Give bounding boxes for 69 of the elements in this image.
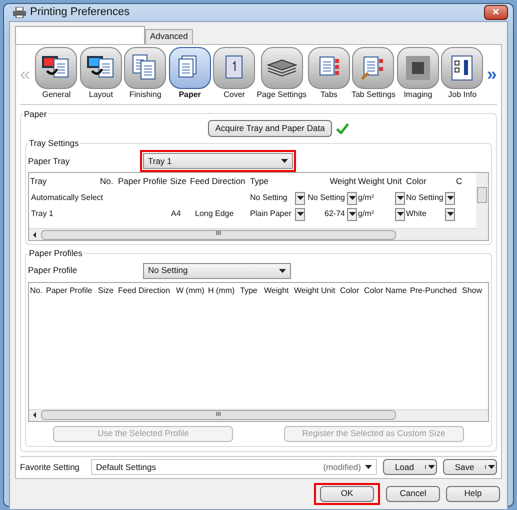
column-header[interactable]: Feed Direction bbox=[189, 175, 249, 188]
column-header[interactable]: Pre-Punched bbox=[409, 285, 461, 298]
split-button[interactable]: Save bbox=[443, 459, 497, 476]
acquire-button[interactable]: Acquire Tray and Paper Data bbox=[208, 120, 332, 138]
dropdown-arrow-icon bbox=[279, 268, 286, 273]
column-header[interactable]: Feed Direction bbox=[117, 285, 175, 298]
scroll-right-arrow[interactable]: » bbox=[486, 60, 497, 88]
column-header[interactable]: Size bbox=[169, 175, 189, 188]
column-header[interactable]: Color bbox=[339, 285, 363, 298]
table-dropdown[interactable]: No Setting bbox=[305, 192, 357, 204]
group-title: Tray Settings bbox=[28, 137, 80, 150]
dropdown-arrow-icon bbox=[348, 212, 356, 216]
group-title: Paper bbox=[23, 108, 48, 120]
group-title: Paper Profiles bbox=[28, 247, 84, 260]
tab[interactable]: Advanced bbox=[145, 28, 193, 44]
dropdown-arrow-icon bbox=[446, 212, 454, 216]
dropdown-arrow-icon bbox=[446, 196, 454, 200]
column-header[interactable]: H (mm) bbox=[207, 285, 239, 298]
dropdown-field[interactable]: Tray 1 bbox=[143, 153, 293, 169]
field-label: Paper Profile bbox=[28, 264, 78, 278]
split-button[interactable]: Load bbox=[383, 459, 437, 476]
dropdown-arrow-icon bbox=[396, 212, 404, 216]
dropdown-arrow-icon bbox=[365, 465, 372, 470]
column-header[interactable]: Weight bbox=[305, 175, 357, 188]
favorite-setting-field[interactable]: Default Settings (modified) bbox=[91, 459, 377, 476]
column-header[interactable]: Tray bbox=[29, 175, 99, 188]
dropdown-value: Tray 1 bbox=[148, 154, 172, 168]
dialog-button[interactable]: OK bbox=[320, 486, 374, 502]
printer-icon bbox=[13, 6, 26, 18]
dropdown-field[interactable]: No Setting bbox=[143, 262, 291, 279]
column-header[interactable]: Paper Profile bbox=[117, 175, 169, 188]
column-header[interactable]: Color bbox=[405, 175, 455, 188]
column-header[interactable]: Weight Unit bbox=[357, 175, 405, 188]
dialog-button[interactable]: Help bbox=[446, 486, 500, 502]
table-dropdown[interactable]: No Setting bbox=[249, 192, 305, 204]
field-label: Paper Tray bbox=[28, 154, 71, 168]
dropdown-arrow-icon bbox=[348, 196, 356, 200]
table-dropdown[interactable]: g/m² bbox=[357, 208, 405, 220]
dropdown-arrow-icon bbox=[296, 196, 304, 200]
dialog-button[interactable]: Cancel bbox=[386, 486, 440, 502]
table-dropdown[interactable]: Plain Paper bbox=[249, 208, 305, 220]
column-header[interactable]: C bbox=[455, 175, 465, 188]
column-header[interactable]: No. bbox=[99, 175, 117, 188]
table-cell-text: Long Edge bbox=[194, 208, 235, 220]
window-title: Printing Preferences bbox=[30, 5, 130, 20]
column-header[interactable]: No. bbox=[29, 285, 45, 298]
column-header[interactable]: Weight Unit bbox=[293, 285, 339, 298]
table-dropdown[interactable]: g/m² bbox=[357, 192, 405, 204]
dropdown-arrow-icon bbox=[296, 212, 304, 216]
column-header[interactable]: Size bbox=[97, 285, 117, 298]
column-header[interactable]: Weight bbox=[263, 285, 293, 298]
field-label: Favorite Setting bbox=[20, 460, 81, 474]
dropdown-arrow-icon bbox=[281, 159, 288, 163]
table-dropdown[interactable]: No Setting bbox=[405, 192, 455, 204]
table-dropdown[interactable]: White bbox=[405, 208, 455, 220]
column-header[interactable]: Paper Profile bbox=[45, 285, 97, 298]
vertical-scrollbar[interactable] bbox=[476, 173, 488, 240]
column-header[interactable]: Type bbox=[239, 285, 263, 298]
column-header[interactable]: Type bbox=[249, 175, 305, 188]
dropdown-arrow-icon bbox=[396, 196, 404, 200]
table-dropdown[interactable]: 62-74 bbox=[305, 208, 357, 220]
dropdown-value: No Setting bbox=[148, 264, 188, 278]
column-header[interactable]: Show bbox=[461, 285, 485, 298]
dropdown-arrow-icon bbox=[488, 465, 494, 470]
column-header[interactable]: W (mm) bbox=[175, 285, 207, 298]
table-cell-text: A4 bbox=[170, 208, 182, 220]
column-header[interactable]: Color Name bbox=[363, 285, 409, 298]
table-cell-text: Tray 1 bbox=[30, 208, 54, 220]
dropdown-arrow-icon bbox=[428, 465, 434, 470]
